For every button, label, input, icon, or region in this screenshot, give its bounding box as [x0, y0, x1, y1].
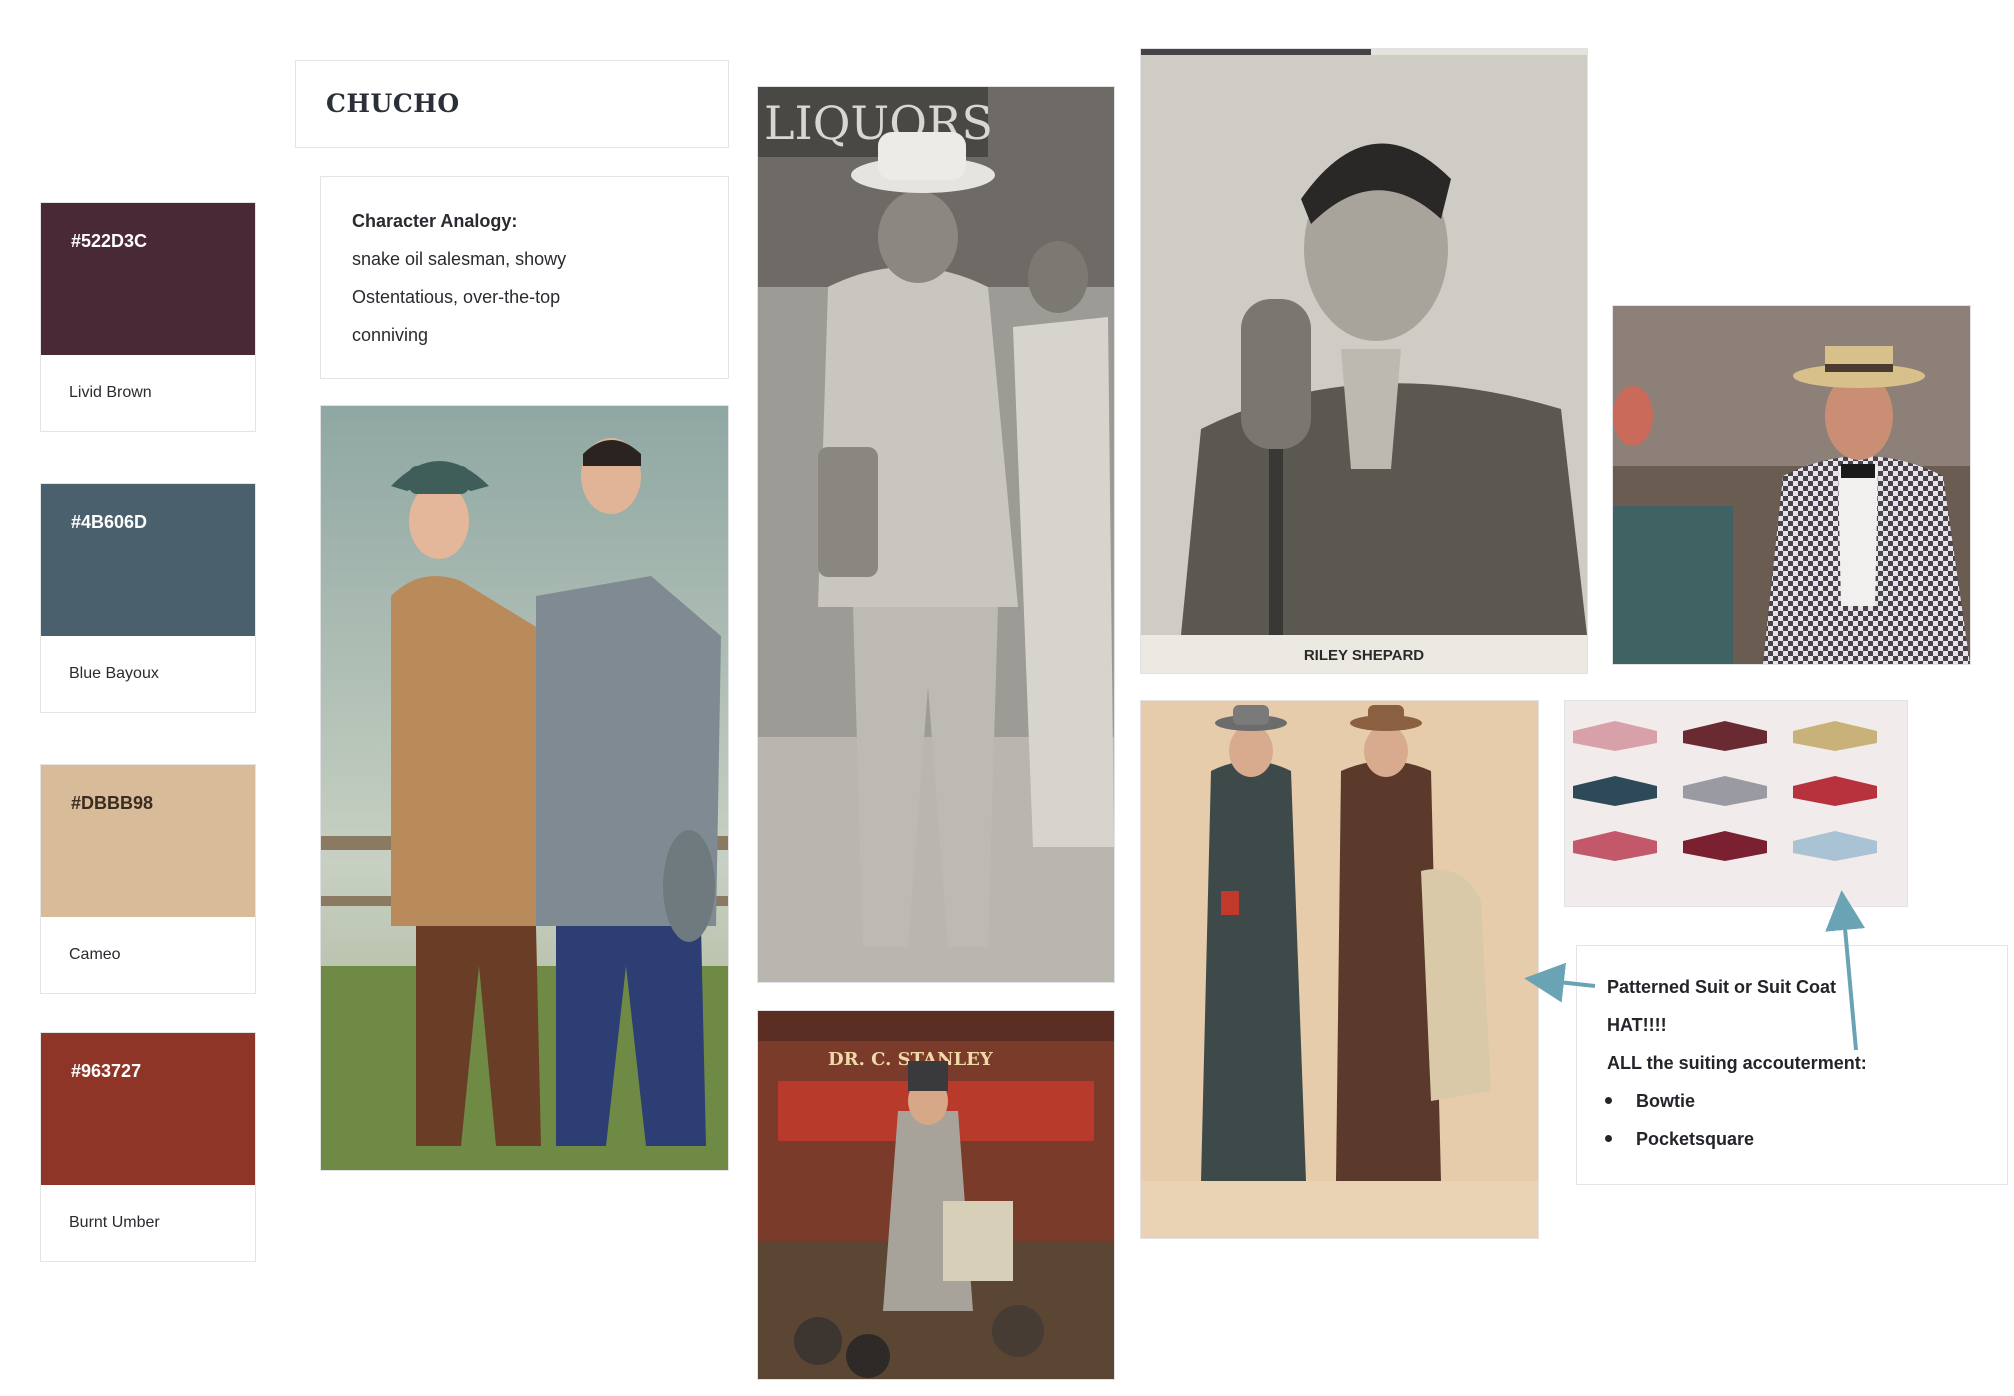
swatch-name: Livid Brown: [69, 384, 152, 401]
swatch-cameo[interactable]: #DBBB98 Cameo: [40, 764, 256, 994]
riley-caption: RILEY SHEPARD: [1304, 647, 1424, 664]
swatch-blue-bayoux[interactable]: #4B606D Blue Bayoux: [40, 483, 256, 713]
board-title: CHUCHO: [326, 89, 460, 118]
suit-catalog-image: [1141, 701, 1538, 1238]
photo-checkered-jacket[interactable]: [1612, 305, 1971, 665]
bullet-dot: [1605, 1096, 1612, 1104]
callout-line-accouterment: ALL the suiting accouterment:: [1607, 1053, 1867, 1073]
swatch-name: Burnt Umber: [69, 1214, 160, 1231]
swatch-hex: #963727: [71, 1061, 142, 1081]
swatch-burnt-umber[interactable]: #963727 Burnt Umber: [40, 1032, 256, 1262]
title-card[interactable]: CHUCHO: [295, 60, 729, 148]
swatch-hex: #DBBB98: [71, 793, 154, 813]
bullet-dot: [1605, 1134, 1612, 1142]
callout-bullet-pocketsquare: Pocketsquare: [1605, 1129, 1754, 1150]
photo-two-men-illustration[interactable]: [320, 405, 729, 1171]
medicine-show-image: DR. C. STANLEY: [758, 1011, 1114, 1379]
swatch-chip: #DBBB98: [41, 765, 255, 917]
checkered-jacket-image: [1613, 306, 1970, 664]
swatch-livid-brown[interactable]: #522D3C Livid Brown: [40, 202, 256, 432]
costume-callout-note[interactable]: Patterned Suit or Suit Coat HAT!!!! ALL …: [1576, 945, 2008, 1185]
callout-bullet-bowtie: Bowtie: [1605, 1091, 1695, 1112]
swatch-name: Cameo: [69, 946, 121, 963]
callout-line-suit: Patterned Suit or Suit Coat: [1607, 977, 1837, 997]
illustration-image: [321, 406, 728, 1170]
analogy-line: conniving: [352, 325, 429, 345]
riley-shepard-image: RILEY SHEPARD: [1141, 49, 1587, 673]
character-analogy-note[interactable]: Character Analogy: snake oil salesman, s…: [320, 176, 729, 379]
photo-riley-shepard[interactable]: RILEY SHEPARD: [1140, 48, 1588, 674]
swatch-chip: #963727: [41, 1033, 255, 1185]
bullet-text: Pocketsquare: [1636, 1129, 1755, 1149]
walking-man-image: LIQUORS: [758, 87, 1114, 982]
photo-suit-catalog[interactable]: [1140, 700, 1539, 1239]
swatch-name: Blue Bayoux: [69, 665, 159, 682]
photo-bowtie-catalog[interactable]: [1564, 700, 1908, 907]
bullet-text: Bowtie: [1636, 1091, 1696, 1111]
analogy-line: Ostentatious, over-the-top: [352, 287, 561, 307]
swatch-chip: #4B606D: [41, 484, 255, 636]
photo-medicine-show[interactable]: DR. C. STANLEY: [757, 1010, 1115, 1380]
analogy-line: snake oil salesman, showy: [352, 249, 567, 269]
analogy-heading: Character Analogy:: [352, 211, 518, 231]
photo-man-walking[interactable]: LIQUORS: [757, 86, 1115, 983]
callout-line-hat: HAT!!!!: [1607, 1015, 1667, 1035]
swatch-chip: #522D3C: [41, 203, 255, 355]
bowtie-catalog-image: [1565, 701, 1907, 906]
swatch-hex: #4B606D: [71, 512, 148, 532]
swatch-hex: #522D3C: [71, 231, 148, 251]
